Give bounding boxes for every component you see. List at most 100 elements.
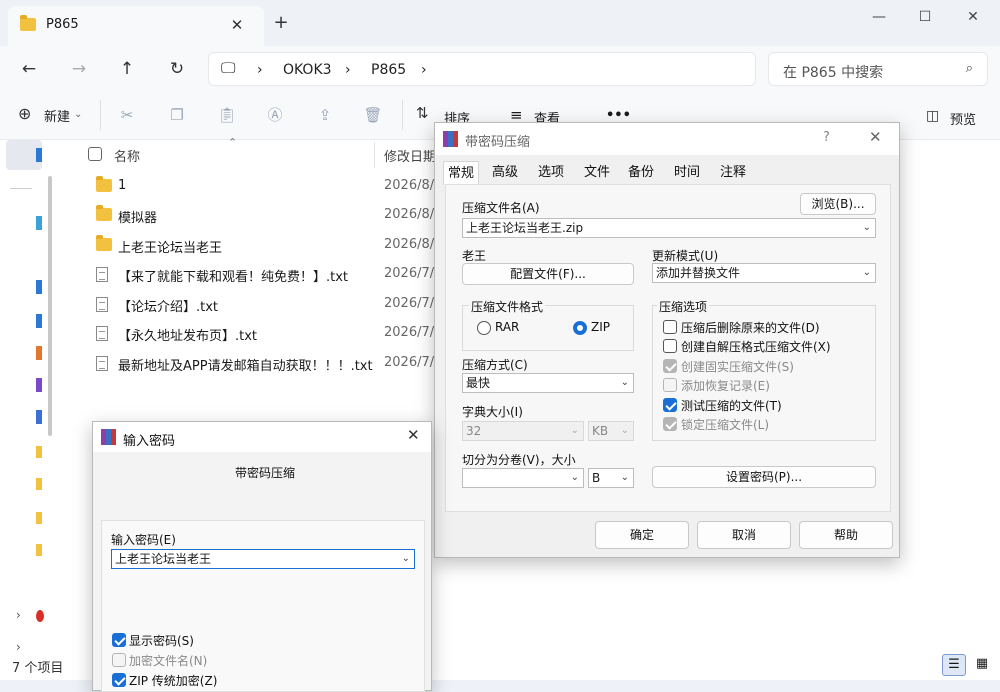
back-icon[interactable]: ← xyxy=(16,56,42,82)
test-archive-checkbox[interactable] xyxy=(663,398,677,412)
compression-method-label: 压缩方式(C) xyxy=(462,358,528,372)
tab-time[interactable]: 时间 xyxy=(669,161,705,185)
lock-archive-checkbox[interactable] xyxy=(663,417,677,431)
update-mode-label: 更新模式(U) xyxy=(652,249,719,263)
forward-icon[interactable]: → xyxy=(66,56,92,82)
address-bar[interactable]: 🖵 › OKOK3 › P865 › xyxy=(208,52,756,86)
file-name: 【来了就能下载和观看！纯免费！】.txt xyxy=(118,270,349,285)
rename-icon[interactable]: Ⓐ xyxy=(264,104,286,126)
more-options-button[interactable]: ••• xyxy=(606,108,631,123)
file-row[interactable]: 最新地址及APP请发邮箱自动获取！！！.txt 2026/7/5 xyxy=(62,350,442,378)
split-unit-select[interactable]: B ⌄ xyxy=(588,468,634,488)
sidebar-scrollbar[interactable] xyxy=(48,176,52,436)
chevron-right-icon[interactable]: › xyxy=(16,608,21,622)
breadcrumb-okok3[interactable]: OKOK3 xyxy=(283,62,332,78)
chevron-down-icon: ⌄ xyxy=(401,553,410,564)
archive-name-value: 上老王论坛当老王.zip xyxy=(466,221,584,235)
compression-method-select[interactable]: 最快 ⌄ xyxy=(462,373,634,393)
enter-password-dialog: 输入密码 ✕ 带密码压缩 输入密码(E) 上老王论坛当老王 ⌄ 显示密码(S) … xyxy=(92,421,432,692)
column-divider xyxy=(374,142,375,168)
encrypt-file-names-checkbox[interactable] xyxy=(112,653,126,667)
tab-general[interactable]: 常规 xyxy=(443,161,479,185)
dialog-title-bar: 带密码压缩 ? ✕ xyxy=(435,123,899,155)
tab-advanced[interactable]: 高级 xyxy=(487,161,523,185)
tab-files[interactable]: 文件 xyxy=(579,161,615,185)
update-mode-select[interactable]: 添加并替换文件 ⌄ xyxy=(652,263,876,283)
tiles-view-icon[interactable]: ▦ xyxy=(970,654,994,676)
recovery-record-checkbox[interactable] xyxy=(663,378,677,392)
archive-format-group: 压缩文件格式 RAR ZIP xyxy=(462,298,634,351)
sort-icon: ⇅ xyxy=(416,104,429,122)
chevron-right-icon[interactable]: › xyxy=(16,640,21,654)
archiving-options-group: 压缩选项 压缩后删除原来的文件(D) 创建自解压格式压缩文件(X) 创建固实压缩… xyxy=(652,298,876,441)
tab-p865[interactable]: P865 ✕ xyxy=(8,6,264,46)
chevron-right-icon[interactable]: › xyxy=(257,62,263,78)
cut-icon[interactable]: ✂ xyxy=(116,104,138,126)
close-icon[interactable]: ✕ xyxy=(407,426,420,444)
archive-name-combobox[interactable]: 上老王论坛当老王.zip ⌄ xyxy=(462,218,876,238)
zip-legacy-encryption-checkbox[interactable] xyxy=(112,673,126,687)
text-file-icon xyxy=(96,297,112,312)
maximize-icon[interactable]: ☐ xyxy=(910,6,940,28)
copy-icon[interactable]: ❐ xyxy=(166,104,188,126)
delete-icon[interactable]: 🗑︎ xyxy=(362,104,384,126)
breadcrumb-p865[interactable]: P865 xyxy=(371,62,406,78)
chevron-right-icon[interactable]: › xyxy=(421,62,427,78)
password-input[interactable]: 上老王论坛当老王 ⌄ xyxy=(111,549,415,569)
minimize-icon[interactable]: — xyxy=(864,6,894,28)
browse-button[interactable]: 浏览(B)... xyxy=(800,193,876,215)
up-icon[interactable]: ↑ xyxy=(114,56,140,82)
file-row[interactable]: 1 2026/8/2 xyxy=(62,173,442,201)
sidebar-item-icon xyxy=(36,610,44,622)
cancel-button[interactable]: 取消 xyxy=(697,521,791,549)
help-button[interactable]: 帮助 xyxy=(799,521,893,549)
details-view-icon[interactable]: ☰ xyxy=(942,654,966,676)
title-bar: P865 ✕ + — ☐ ✕ xyxy=(0,0,1000,46)
ok-button[interactable]: 确定 xyxy=(595,521,689,549)
search-input[interactable]: 在 P865 中搜索 ⌕ xyxy=(768,52,988,86)
file-row[interactable]: 【论坛介绍】.txt 2026/7/5 xyxy=(62,291,442,319)
create-sfx-checkbox[interactable] xyxy=(663,339,677,353)
select-all-checkbox[interactable] xyxy=(88,147,102,161)
help-question-icon[interactable]: ? xyxy=(823,130,830,145)
folder-icon xyxy=(96,235,112,252)
paste-icon[interactable]: 📋︎ xyxy=(216,104,238,126)
tab-backup[interactable]: 备份 xyxy=(623,161,659,185)
navigation-pane: › › xyxy=(0,140,56,680)
sidebar-item-icon xyxy=(36,446,42,458)
dictionary-unit-select[interactable]: KB ⌄ xyxy=(588,421,634,441)
option-label: 添加恢复记录(E) xyxy=(681,379,770,393)
dialog-title-bar: 输入密码 ✕ xyxy=(93,422,431,452)
file-row[interactable]: 模拟器 2026/8/2 xyxy=(62,202,442,230)
item-count-status: 7 个项目 xyxy=(12,661,64,676)
split-size-combobox[interactable]: ⌄ xyxy=(462,468,584,488)
solid-archive-checkbox[interactable] xyxy=(663,359,677,373)
delete-after-checkbox[interactable] xyxy=(663,320,677,334)
profiles-button[interactable]: 配置文件(F)... xyxy=(462,263,634,285)
search-icon: ⌕ xyxy=(965,61,973,76)
archiving-options-label: 压缩选项 xyxy=(657,298,710,315)
file-row[interactable]: 【永久地址发布页】.txt 2026/7/5 xyxy=(62,320,442,348)
preview-button[interactable]: 预览 xyxy=(950,109,976,128)
new-tab-icon[interactable]: + xyxy=(270,12,292,34)
show-password-checkbox[interactable] xyxy=(112,633,126,647)
chevron-right-icon[interactable]: › xyxy=(345,62,351,78)
share-icon[interactable]: ⇪ xyxy=(314,104,336,126)
file-row[interactable]: 【来了就能下载和观看！纯免费！】.txt 2026/7/5 xyxy=(62,261,442,289)
format-rar-radio[interactable] xyxy=(477,321,491,335)
column-header-name[interactable]: 名称 xyxy=(114,146,140,165)
option-label: 锁定压缩文件(L) xyxy=(681,418,770,432)
close-icon[interactable]: ✕ xyxy=(869,128,882,146)
tab-comment[interactable]: 注释 xyxy=(715,161,751,185)
dictionary-size-select[interactable]: 32 ⌄ xyxy=(462,421,584,441)
sidebar-item-icon xyxy=(36,148,42,162)
column-header-date[interactable]: 修改日期 xyxy=(384,146,436,165)
file-row[interactable]: 上老王论坛当老王 2026/8/2 xyxy=(62,232,442,260)
close-tab-icon[interactable]: ✕ xyxy=(226,14,248,36)
close-window-icon[interactable]: ✕ xyxy=(958,6,988,28)
set-password-button[interactable]: 设置密码(P)... xyxy=(652,466,876,488)
refresh-icon[interactable]: ↻ xyxy=(164,56,190,82)
tab-options[interactable]: 选项 xyxy=(533,161,569,185)
new-button[interactable]: 新建 xyxy=(44,106,70,125)
format-zip-radio[interactable] xyxy=(573,321,587,335)
